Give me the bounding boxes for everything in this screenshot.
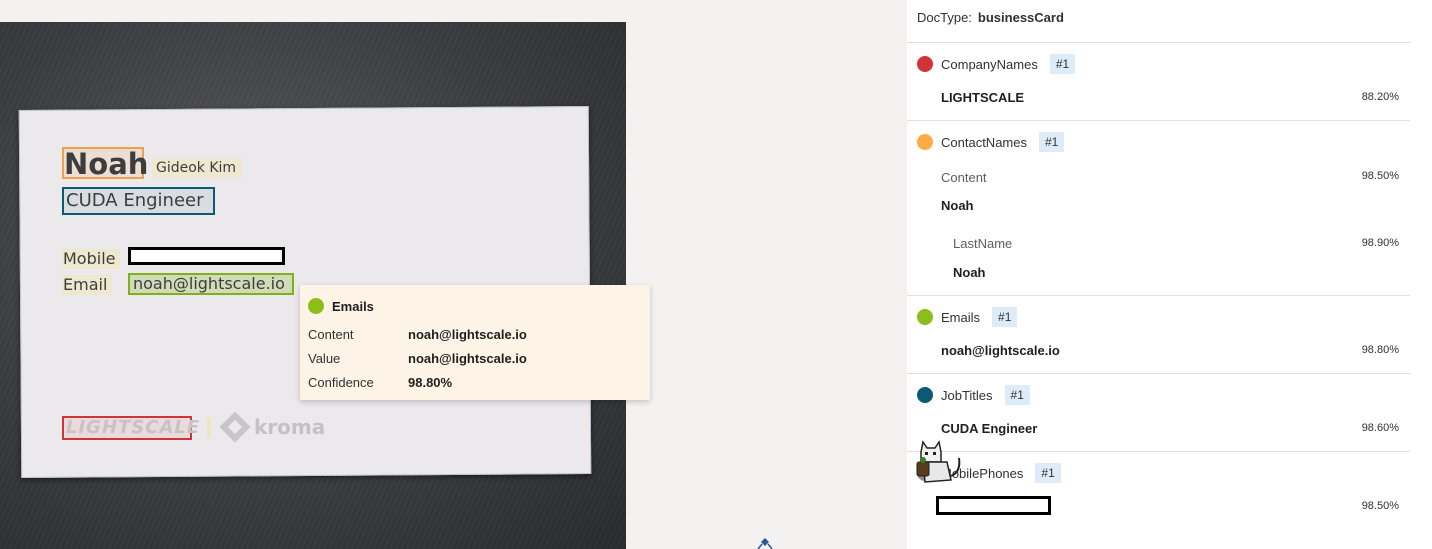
company-name-region[interactable]: LIGHTSCALE: [62, 416, 199, 440]
job-title-region[interactable]: CUDA Engineer: [62, 187, 215, 215]
tooltip-value: noah@lightscale.io: [408, 350, 527, 366]
field-value[interactable]: CUDA Engineer: [941, 421, 1037, 436]
email-label-region: Email: [62, 275, 112, 295]
field-header-contactnames[interactable]: ContactNames #1: [917, 132, 1065, 152]
field-name: CompanyNames: [941, 56, 1038, 72]
tooltip-value: 98.80%: [408, 374, 453, 390]
field-index-badge: #1: [992, 307, 1018, 327]
divider: [907, 120, 1410, 121]
contact-name-region[interactable]: Noah: [62, 147, 148, 179]
redacted-mobile-value: [936, 496, 1051, 515]
field-value[interactable]: noah@lightscale.io: [941, 343, 1060, 358]
field-index-badge: #1: [1038, 132, 1065, 152]
field-name: ContactNames: [941, 134, 1027, 150]
contact-name-text: Noah: [64, 147, 149, 181]
company-logo-text: LIGHTSCALE: [66, 417, 201, 438]
korean-name-region: Gideok Kim: [152, 158, 242, 178]
field-confidence: 98.60%: [1361, 422, 1399, 434]
redacted-mobile-number: [128, 247, 285, 265]
email-label: Email: [63, 275, 108, 294]
divider: [907, 373, 1410, 374]
panel-divider[interactable]: [897, 0, 907, 549]
job-title-text: CUDA Engineer: [66, 190, 204, 211]
tooltip-row: Confidence 98.80%: [308, 370, 642, 394]
kroma-logo: kroma: [219, 411, 326, 443]
field-header-emails[interactable]: Emails #1: [917, 307, 1018, 327]
content-value[interactable]: Noah: [941, 198, 974, 213]
mobile-label-region: Mobile: [62, 249, 120, 269]
mobile-label: Mobile: [63, 249, 116, 268]
field-header-companynames[interactable]: CompanyNames #1: [917, 54, 1076, 74]
tooltip-key: Content: [308, 326, 354, 342]
tooltip-title: Emails: [332, 298, 374, 314]
divider: [907, 295, 1410, 296]
field-value[interactable]: LIGHTSCALE: [941, 90, 1024, 105]
tooltip-row: Content noah@lightscale.io: [308, 322, 642, 346]
tooltip-header: Emails: [308, 298, 642, 314]
lastname-label: LastName: [953, 236, 1013, 251]
field-confidence: 98.80%: [1361, 344, 1399, 356]
doctype-label: DocType:: [917, 10, 972, 25]
emails-color-dot-icon: [308, 298, 324, 314]
doctype-value: businessCard: [977, 10, 1064, 25]
kroma-logo-text: kroma: [254, 415, 326, 439]
email-text: noah@lightscale.io: [133, 274, 285, 293]
field-header-jobtitles[interactable]: JobTitles #1: [917, 385, 1030, 405]
field-confidence: 88.20%: [1361, 91, 1399, 103]
lastname-value[interactable]: Noah: [953, 265, 986, 280]
field-tooltip: Emails Content noah@lightscale.io Value …: [300, 285, 650, 400]
tooltip-key: Confidence: [308, 374, 374, 390]
cat-mascot-icon: [916, 440, 961, 483]
email-region[interactable]: noah@lightscale.io: [128, 273, 294, 295]
korean-name-text: Gideok Kim: [156, 160, 237, 176]
jobtitles-color-dot-icon: [917, 387, 933, 403]
tooltip-row: Value noah@lightscale.io: [308, 346, 642, 370]
content-confidence: 98.50%: [1361, 170, 1399, 182]
divider: [907, 451, 1410, 452]
content-label: Content: [941, 170, 987, 185]
tooltip-value: noah@lightscale.io: [408, 326, 527, 342]
field-name: Emails: [941, 309, 981, 325]
logo-separator: [207, 418, 211, 438]
divider: [907, 42, 1410, 43]
field-name: JobTitles: [941, 387, 993, 403]
emails-color-dot-icon: [917, 309, 933, 325]
drag-handle-icon[interactable]: [752, 538, 778, 549]
field-index-badge: #1: [1035, 463, 1061, 483]
document-viewer[interactable]: Noah Gideok Kim CUDA Engineer Mobile Ema…: [0, 0, 897, 549]
tooltip-key: Value: [308, 350, 341, 366]
contactnames-color-dot-icon: [917, 134, 933, 150]
field-index-badge: #1: [1049, 54, 1076, 74]
companynames-color-dot-icon: [917, 56, 933, 72]
field-confidence: 98.50%: [1361, 500, 1399, 512]
results-panel[interactable]: DocType: businessCard CompanyNames #1 LIG…: [907, 0, 1432, 549]
field-index-badge: #1: [1004, 385, 1030, 405]
doctype-row: DocType: businessCard: [917, 10, 1064, 25]
lastname-confidence: 98.90%: [1361, 237, 1399, 249]
kroma-diamond-icon: [219, 411, 251, 443]
